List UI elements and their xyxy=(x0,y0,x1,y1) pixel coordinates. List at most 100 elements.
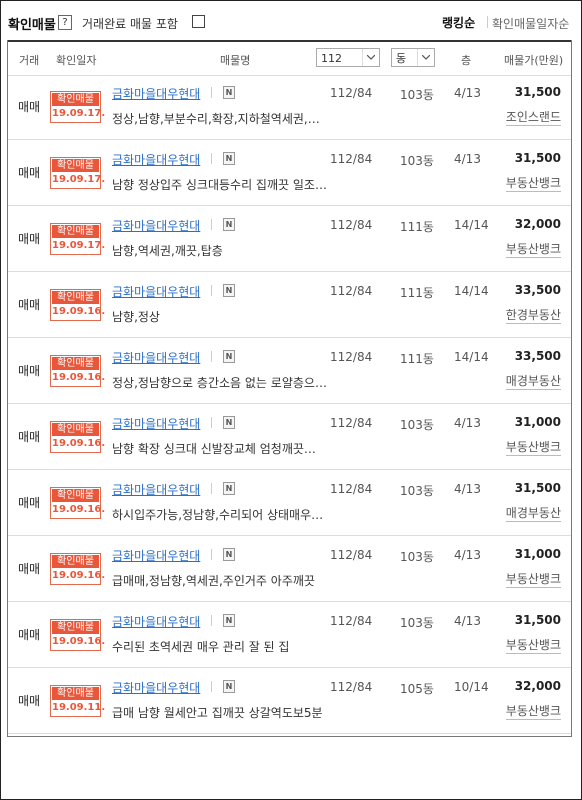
area-value: 112/84 xyxy=(330,416,373,430)
dong-value: 103동 xyxy=(400,550,434,564)
trade-type: 매매 xyxy=(18,694,41,708)
dong-select[interactable]: 동 xyxy=(391,48,435,67)
verified-badge: 확인매물 19.09.17. xyxy=(50,91,106,123)
listing-description[interactable]: 급매 남향 월세안고 집깨끗 상갈역도보5분 xyxy=(112,704,323,721)
listing-row: 매매 확인매물 19.09.16. 금화마을대우현대 N 112/84 103동 4/13 31… xyxy=(8,403,571,470)
dong-value: 103동 xyxy=(400,616,434,630)
complex-name-link[interactable]: 금화마을대우현대 xyxy=(112,349,200,366)
listing-description[interactable]: 남향,역세권,깨끗,탑층 xyxy=(112,242,223,259)
naver-map-icon[interactable]: N xyxy=(223,416,235,429)
chevron-down-icon xyxy=(417,49,434,66)
listing-description[interactable]: 정상,정남향으로 층간소음 없는 로얄층으… xyxy=(112,374,327,391)
verified-badge: 확인매물 19.09.11. xyxy=(50,685,106,717)
naver-map-icon[interactable]: N xyxy=(223,152,235,165)
verified-badge-label: 확인매물 xyxy=(52,225,99,238)
naver-map-icon[interactable]: N xyxy=(223,614,235,627)
name-divider xyxy=(211,219,212,230)
listing-description[interactable]: 남향 정상입주 싱크대등수리 집깨끗 일조… xyxy=(112,176,327,193)
verified-date: 19.09.17. xyxy=(52,174,106,185)
verified-date: 19.09.16. xyxy=(52,372,106,383)
agent-link[interactable]: 한경부동산 xyxy=(505,308,561,324)
listing-row: 매매 확인매물 19.09.17. 금화마을대우현대 N 112/84 103동 4/13 31… xyxy=(8,139,571,206)
complex-name-link[interactable]: 금화마을대우현대 xyxy=(112,415,200,432)
agent-link[interactable]: 부동산뱅크 xyxy=(505,440,561,456)
listing-row: 매매 확인매물 19.09.16. 금화마을대우현대 N 112/84 111동 14/14 3… xyxy=(8,271,571,338)
verified-date: 19.09.16. xyxy=(52,438,106,449)
listing-description[interactable]: 급매매,정남향,역세권,주인거주 아주깨끗 xyxy=(112,572,315,589)
trade-type: 매매 xyxy=(18,166,41,180)
listing-description[interactable]: 수리된 초역세권 매우 관리 잘 된 집 xyxy=(112,638,289,655)
name-divider xyxy=(211,153,212,164)
sort-date-link[interactable]: 확인매물일자순 xyxy=(492,15,574,32)
agent-link[interactable]: 부동산뱅크 xyxy=(505,572,561,588)
verified-badge: 확인매물 19.09.17. xyxy=(50,157,106,189)
verified-badge: 확인매물 19.09.16. xyxy=(50,619,105,651)
listing-table: 거래 확인일자 매물명 112 동 층 매물가(만원) 매매 확인매물 19.09.… xyxy=(7,40,572,737)
area-value: 112/84 xyxy=(330,350,373,364)
dong-value: 103동 xyxy=(400,484,434,498)
sort-ranking-link[interactable]: 랭킹순 xyxy=(442,14,475,31)
agent-link[interactable]: 부동산뱅크 xyxy=(505,704,561,720)
include-completed-checkbox[interactable] xyxy=(192,15,205,28)
naver-map-icon[interactable]: N xyxy=(223,284,235,297)
naver-map-icon[interactable]: N xyxy=(223,86,235,99)
chevron-down-icon xyxy=(362,49,379,66)
agent-link[interactable]: 조인스랜드 xyxy=(505,110,561,126)
complex-name-link[interactable]: 금화마을대우현대 xyxy=(112,151,200,168)
verified-badge: 확인매물 19.09.16. xyxy=(50,487,105,519)
listing-description[interactable]: 남향 확장 싱크대 신발장교체 엄청깨끗… xyxy=(112,440,316,457)
agent-link[interactable]: 부동산뱅크 xyxy=(505,638,561,654)
price-value: 33,500 xyxy=(514,349,561,363)
verified-badge: 확인매물 19.09.16. xyxy=(50,421,106,453)
complex-name-link[interactable]: 금화마을대우현대 xyxy=(112,283,200,300)
verified-badge: 확인매물 19.09.16. xyxy=(50,355,106,387)
trade-type: 매매 xyxy=(18,562,41,576)
floor-value: 14/14 xyxy=(454,218,489,232)
listing-description[interactable]: 하시입주가능,정남향,수리되어 상태매우… xyxy=(112,506,323,523)
agent-link[interactable]: 부동산뱅크 xyxy=(505,176,561,192)
area-value: 112/84 xyxy=(330,548,373,562)
dong-value: 103동 xyxy=(400,154,434,168)
floor-value: 4/13 xyxy=(454,86,481,100)
verified-date: 19.09.17. xyxy=(52,108,106,119)
verified-badge-label: 확인매물 xyxy=(52,93,99,106)
complex-name-link[interactable]: 금화마을대우현대 xyxy=(112,481,200,498)
naver-map-icon[interactable]: N xyxy=(223,482,235,495)
header-price: 매물가(만원) xyxy=(504,54,564,67)
agent-link[interactable]: 매경부동산 xyxy=(505,374,561,390)
complex-name-link[interactable]: 금화마을대우현대 xyxy=(112,217,200,234)
sort-divider xyxy=(487,16,488,28)
help-icon[interactable]: ? xyxy=(58,15,72,30)
price-value: 31,500 xyxy=(514,85,561,99)
complex-name-link[interactable]: 금화마을대우현대 xyxy=(112,85,200,102)
listing-description[interactable]: 남향,정상 xyxy=(112,308,160,325)
price-value: 31,000 xyxy=(514,547,561,561)
agent-link[interactable]: 매경부동산 xyxy=(505,506,561,522)
listing-row: 매매 확인매물 19.09.17. 금화마을대우현대 N 112/84 103동 4/13 31… xyxy=(8,73,571,140)
trade-type: 매매 xyxy=(18,496,41,510)
naver-map-icon[interactable]: N xyxy=(223,350,235,363)
area-select[interactable]: 112 xyxy=(316,48,380,67)
naver-map-icon[interactable]: N xyxy=(223,680,235,693)
agent-link[interactable]: 부동산뱅크 xyxy=(505,242,561,258)
floor-value: 4/13 xyxy=(454,482,481,496)
area-value: 112/84 xyxy=(330,218,373,232)
header-floor: 층 xyxy=(461,54,472,67)
verified-badge: 확인매물 19.09.16. xyxy=(50,553,105,585)
complex-name-link[interactable]: 금화마을대우현대 xyxy=(112,613,200,630)
price-value: 32,000 xyxy=(514,217,561,231)
floor-value: 14/14 xyxy=(454,284,489,298)
area-value: 112/84 xyxy=(330,152,373,166)
verified-badge-label: 확인매물 xyxy=(52,555,99,568)
naver-map-icon[interactable]: N xyxy=(223,548,235,561)
naver-map-icon[interactable]: N xyxy=(223,218,235,231)
complex-name-link[interactable]: 금화마을대우현대 xyxy=(112,679,200,696)
dong-value: 111동 xyxy=(400,352,434,366)
listing-description[interactable]: 정상,남향,부분수리,확장,지하철역세권,… xyxy=(112,110,320,127)
verified-badge: 확인매물 19.09.16. xyxy=(50,289,105,321)
verified-date: 19.09.11. xyxy=(52,702,106,713)
area-value: 112/84 xyxy=(330,482,373,496)
price-value: 31,000 xyxy=(514,415,561,429)
complex-name-link[interactable]: 금화마을대우현대 xyxy=(112,547,200,564)
name-divider xyxy=(211,417,212,428)
